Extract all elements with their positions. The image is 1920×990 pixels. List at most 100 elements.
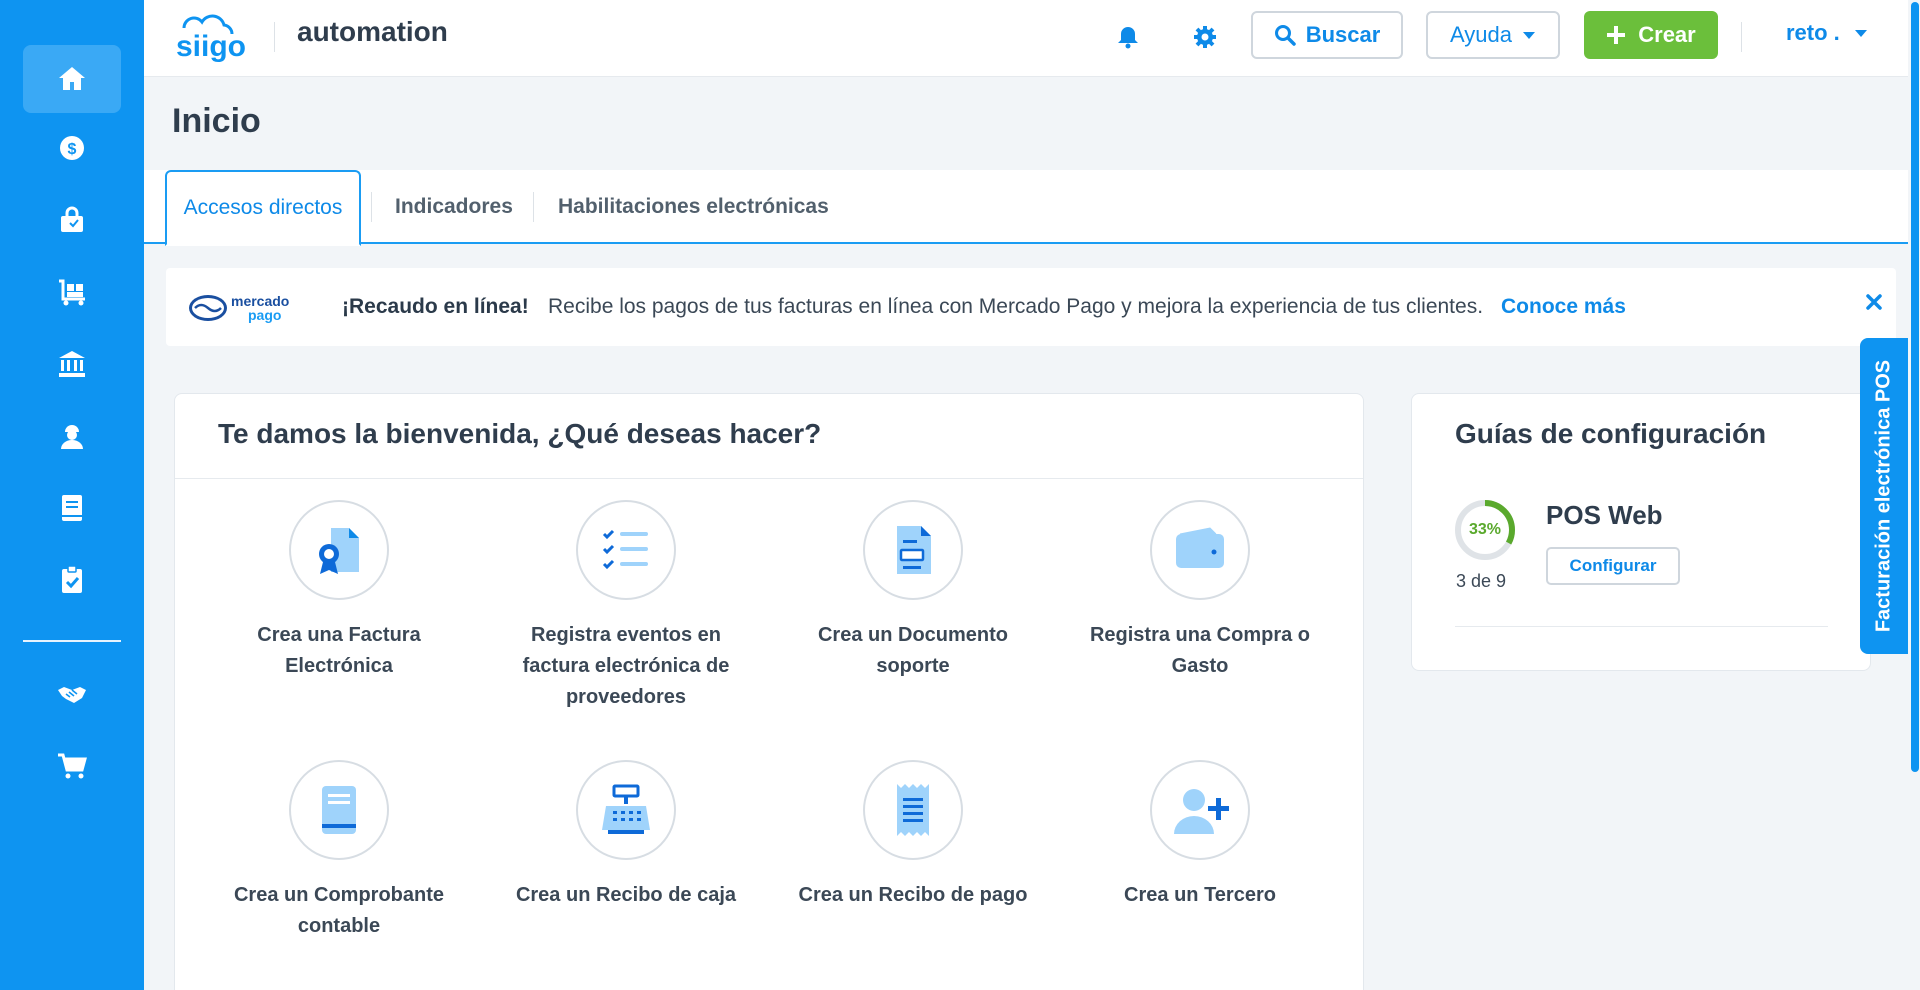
tab-separator [371,192,372,222]
header-separator [274,22,275,52]
page-scrollbar[interactable] [1908,0,1920,990]
chevron-down-icon [1522,31,1535,39]
banner-close-button[interactable] [1860,288,1888,316]
tab-habilitaciones[interactable]: Habilitaciones electrónicas [558,170,829,244]
gear-icon [1194,26,1216,48]
action-icon-circle [576,760,676,860]
sidebar-item-accounting[interactable] [23,474,121,542]
search-label: Buscar [1305,22,1381,47]
action-icon-circle [1150,500,1250,600]
user-label: reto . [1786,20,1840,45]
sidebar-item-sales[interactable] [23,186,121,254]
mp-logo-line2: pago [248,307,281,323]
settings-button[interactable] [1188,20,1222,54]
help-label: Ayuda [1450,22,1512,47]
sidebar-item-money[interactable]: $ [23,114,121,182]
action-icon-circle [1150,760,1250,860]
action-create-voucher[interactable]: Crea un Comprobante contable [219,760,459,942]
sidebar-item-inventory[interactable] [23,258,121,326]
search-button[interactable]: Buscar [1251,11,1403,59]
banner-learn-more-link[interactable]: Conoce más [1501,295,1626,319]
pos-tab-label: Facturación electrónica POS [1872,359,1895,633]
payment-receipt-icon [897,784,929,836]
action-icon-circle [289,500,389,600]
action-register-purchase[interactable]: Registra una Compra o Gasto [1080,500,1320,682]
inventory-icon [59,279,85,306]
mercado-pago-banner: mercado pago ¡Recaudo en línea! Recibe l… [166,268,1896,346]
action-register-events[interactable]: Registra eventos en factura electrónica … [506,500,746,713]
banner-message: Recibe los pagos de tus facturas en líne… [548,295,1484,318]
handshake-icon [58,687,86,703]
create-label: Crear [1638,22,1696,47]
welcome-title: Te damos la bienvenida, ¿Qué deseas hace… [218,418,822,449]
action-create-invoice[interactable]: Crea una Factura Electrónica [219,500,459,682]
scrollbar-thumb[interactable] [1911,2,1919,772]
action-create-support-document[interactable]: Crea un Documento soporte [793,500,1033,682]
action-create-third-party[interactable]: Crea un Tercero [1080,760,1320,911]
action-label: Registra eventos en factura electrónica … [522,624,730,708]
close-icon [1866,294,1882,310]
banner-headline: ¡Recaudo en línea! [342,295,529,318]
siigo-logo[interactable]: siigo [170,10,252,62]
shopping-bag-icon [61,206,83,232]
sidebar-item-tasks[interactable] [23,546,121,614]
money-icon: $ [60,136,84,160]
svg-text:$: $ [68,141,77,158]
action-label: Registra una Compra o Gasto [1089,624,1311,677]
action-label: Crea un Recibo de caja [515,884,737,906]
sidebar-item-home[interactable] [23,45,121,113]
create-button[interactable]: Crear [1584,11,1718,59]
accounting-voucher-icon [322,786,356,834]
support-document-icon [897,526,931,574]
checklist-icon [602,529,648,570]
sidebar-item-store[interactable] [23,732,121,800]
action-label: Crea una Factura Electrónica [257,624,421,677]
welcome-card: Te damos la bienvenida, ¿Qué deseas hace… [174,393,1364,990]
add-person-icon [1174,789,1229,834]
tab-bar: Accesos directos Indicadores Habilitacio… [144,170,1920,246]
logo-text: siigo [176,30,246,62]
user-menu[interactable]: reto . [1786,20,1868,46]
sidebar-item-bank[interactable] [23,330,121,398]
chevron-down-icon [1854,29,1867,37]
action-icon-circle [863,500,963,600]
help-dropdown[interactable]: Ayuda [1426,11,1560,59]
tab-indicadores[interactable]: Indicadores [395,170,513,244]
action-icon-circle [576,500,676,600]
sidebar-item-partners[interactable] [23,660,121,728]
pos-invoicing-side-tab[interactable]: Facturación electrónica POS [1860,338,1908,654]
sidebar-item-payroll[interactable] [23,402,121,470]
configure-button[interactable]: Configurar [1546,547,1680,585]
employee-icon [61,425,83,449]
action-create-payment-receipt[interactable]: Crea un Recibo de pago [793,760,1033,911]
tab-accesos-directos[interactable]: Accesos directos [165,170,361,246]
tab-separator [533,192,534,222]
sidebar-divider [23,640,121,642]
cart-icon [58,753,87,779]
action-label: Crea un Tercero [1124,884,1276,906]
plus-icon [1607,26,1626,44]
action-create-cash-receipt[interactable]: Crea un Recibo de caja [506,760,746,911]
notifications-button[interactable] [1111,20,1145,54]
search-icon [1274,25,1296,46]
action-label: Crea un Recibo de pago [798,884,1028,906]
action-label: Crea un Comprobante contable [233,884,445,937]
configuration-guides-card: Guías de configuración 33% 3 de 9 POS We… [1411,393,1871,671]
home-icon [59,67,85,90]
mercado-pago-logo: mercado pago [189,293,289,323]
cash-register-icon [602,784,650,834]
invoice-certificate-icon [319,528,359,574]
bank-icon [59,351,85,377]
company-name: automation [297,16,448,47]
book-icon [62,495,82,521]
guides-divider [1455,626,1828,627]
progress-count: 3 de 9 [1456,571,1507,591]
action-label: Crea un Documento soporte [817,624,1009,677]
top-header: siigo automation Buscar Ayuda Crear reto… [144,0,1920,77]
clipboard-check-icon [62,565,82,593]
page-title: Inicio [172,102,261,140]
wallet-icon [1176,527,1224,568]
action-icon-circle [289,760,389,860]
bell-icon [1118,27,1138,49]
action-icon-circle [863,760,963,860]
